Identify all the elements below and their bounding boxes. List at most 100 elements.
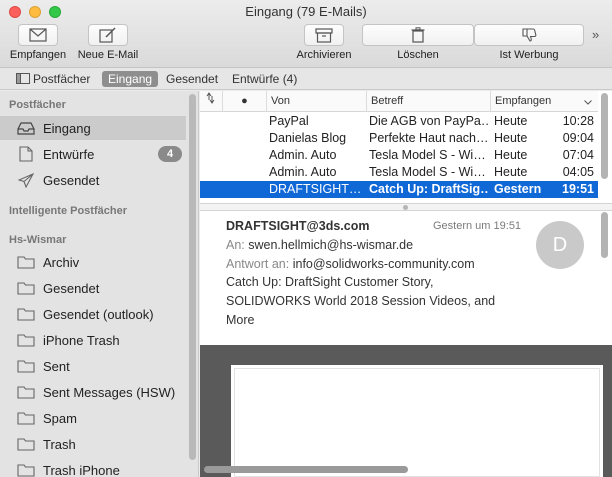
message-row[interactable]: Admin. Auto Tesla Model S - Wi… Heute 04:05: [200, 164, 598, 181]
sidebar-item-folder[interactable]: Sent Messages (HSW): [0, 380, 186, 404]
folder-icon: [16, 436, 36, 452]
sidebar-item-label: Trash iPhone: [43, 462, 120, 477]
folder-icon: [16, 410, 36, 426]
message-list: ● Von Betreff Empfangen PayPal Die AGB vo…: [200, 91, 612, 203]
get-mail-label: Empfangen: [9, 49, 67, 61]
document-icon: [16, 146, 36, 162]
received-column-header[interactable]: Empfangen: [490, 91, 598, 112]
get-mail-button[interactable]: [18, 24, 58, 46]
folder-icon: [16, 332, 36, 348]
from-column-header[interactable]: Von: [266, 91, 366, 112]
sidebar-item-folder[interactable]: Trash: [0, 432, 186, 456]
thread-column-header[interactable]: [200, 91, 222, 112]
preview-reply-to-line: Antwort an: info@solidworks-community.co…: [226, 257, 475, 271]
trash-icon: [411, 27, 425, 43]
delete-button[interactable]: [362, 24, 474, 46]
folder-icon: [16, 306, 36, 322]
favorites-bar: Postfächer Eingang Gesendet Entwürfe (4): [0, 68, 612, 90]
favorites-mailboxes-button[interactable]: Postfächer: [10, 71, 96, 87]
message-row[interactable]: PayPal Die AGB von PayPa… Heute 10:28: [200, 113, 598, 130]
inbox-tray-icon: [16, 120, 36, 136]
message-time: 19:51: [562, 182, 594, 196]
thumbs-down-icon: [522, 28, 537, 42]
sidebar-item-folder[interactable]: Sent: [0, 354, 186, 378]
paper-plane-icon: [16, 172, 36, 188]
junk-button[interactable]: [474, 24, 584, 46]
favorites-sent-button[interactable]: Gesendet: [160, 71, 224, 87]
sidebar-item-folder[interactable]: Trash iPhone: [0, 458, 186, 477]
sidebar-item-folder[interactable]: Gesendet: [0, 276, 186, 300]
preview-date: Gestern um 19:51: [433, 220, 522, 232]
archive-box-icon: [315, 27, 333, 43]
sidebar-item-folder[interactable]: iPhone Trash: [0, 328, 186, 352]
sidebar-scrollbar[interactable]: [189, 94, 196, 460]
sidebar-item-folder[interactable]: Archiv: [0, 250, 186, 274]
sidebar-item-drafts[interactable]: Entwürfe 4: [0, 142, 186, 166]
message-row[interactable]: Danielas Blog Perfekte Haut nach… Heute 09:…: [200, 130, 598, 147]
preview-reply-to-label: Antwort an:: [226, 257, 290, 271]
compose-icon: [99, 27, 116, 43]
preview-subject: Catch Up: DraftSight Customer Story, SOL…: [226, 275, 496, 327]
message-list-scrollbar[interactable]: [601, 93, 608, 179]
sidebar-item-label: Entwürfe: [43, 146, 95, 162]
preview-recipient[interactable]: swen.hellmich@hs-wismar.de: [248, 238, 413, 252]
favorites-inbox-button[interactable]: Eingang: [102, 71, 159, 87]
horizontal-scrollbar[interactable]: [204, 466, 408, 473]
message-time: 04:05: [562, 165, 594, 179]
mailbox-sidebar: Postfächer Eingang Entwürfe 4 Gesendet I…: [0, 91, 199, 477]
archive-label: Archivieren: [296, 49, 352, 61]
message-date: Heute: [494, 165, 528, 179]
message-time: 07:04: [562, 148, 594, 162]
sidebar-item-label: Gesendet: [43, 172, 100, 188]
message-date: Heute: [494, 131, 528, 145]
sidebar-item-label: Sent: [43, 358, 70, 374]
preview-scrollbar[interactable]: [601, 212, 608, 258]
sidebar-item-folder[interactable]: Spam: [0, 406, 186, 430]
archive-button[interactable]: [304, 24, 344, 46]
subject-column-header[interactable]: Betreff: [366, 91, 490, 112]
message-subject: Tesla Model S - Wi…: [369, 165, 486, 179]
sort-chevron-down-icon: [584, 100, 592, 105]
sidebar-item-label: Sent Messages (HSW): [43, 384, 176, 400]
folder-icon: [16, 462, 36, 477]
message-row[interactable]: DRAFTSIGHT… Catch Up: DraftSig… Gestern 19:…: [200, 181, 598, 198]
new-mail-button[interactable]: [88, 24, 128, 46]
sidebar-item-label: Spam: [43, 410, 77, 426]
folder-icon: [16, 254, 36, 270]
new-mail-label: Neue E-Mail: [77, 49, 139, 61]
preview-to-label: An:: [226, 238, 245, 252]
window-title: Eingang (79 E-Mails): [245, 4, 367, 19]
unread-column-header[interactable]: ●: [222, 91, 266, 112]
pane-splitter[interactable]: [200, 203, 612, 211]
sidebar-item-label: Archiv: [43, 254, 80, 270]
folder-icon: [16, 384, 36, 400]
delete-label: Löschen: [397, 49, 439, 61]
sidebar-item-sent[interactable]: Gesendet: [0, 168, 186, 192]
message-date: Gestern: [494, 182, 542, 196]
message-subject: Tesla Model S - Wi…: [369, 148, 486, 162]
window-toolbar: Eingang (79 E-Mails) Empfangen Neue E-Ma…: [0, 0, 612, 68]
sidebar-item-label: Eingang: [43, 120, 91, 136]
message-date: Heute: [494, 148, 528, 162]
sidebar-item-label: iPhone Trash: [43, 332, 120, 348]
message-from: Admin. Auto: [269, 148, 337, 162]
sidebar-item-label: Trash: [43, 436, 76, 452]
message-subject: Catch Up: DraftSig…: [369, 182, 489, 196]
splitter-handle-icon[interactable]: [403, 205, 408, 210]
envelope-icon: [29, 28, 47, 42]
message-from: DRAFTSIGHT…: [269, 182, 362, 196]
sidebar-section-smart-mailboxes[interactable]: Intelligente Postfächer: [9, 205, 127, 217]
sidebar-item-label: Gesendet (outlook): [43, 306, 154, 322]
junk-label: Ist Werbung: [499, 49, 559, 61]
sidebar-item-label: Gesendet: [43, 280, 100, 296]
sidebar-section-account[interactable]: Hs-Wismar: [9, 234, 66, 246]
message-list-header: ● Von Betreff Empfangen: [200, 91, 598, 112]
message-row[interactable]: Admin. Auto Tesla Model S - Wi… Heute 07:04: [200, 147, 598, 164]
sidebar-item-folder[interactable]: Gesendet (outlook): [0, 302, 186, 326]
toolbar-overflow-chevron[interactable]: »: [592, 27, 599, 42]
favorites-drafts-button[interactable]: Entwürfe (4): [226, 71, 303, 87]
folder-icon: [16, 358, 36, 374]
preview-reply-to-address[interactable]: info@solidworks-community.com: [293, 257, 475, 271]
sidebar-item-inbox[interactable]: Eingang: [0, 116, 186, 140]
message-preview: DRAFTSIGHT@3ds.com Gestern um 19:51 An: …: [200, 211, 612, 345]
